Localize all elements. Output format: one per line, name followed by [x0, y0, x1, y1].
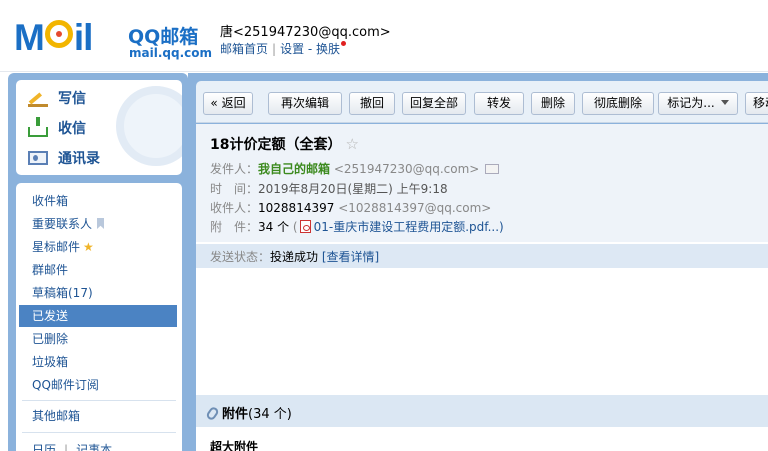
paperclip-icon	[205, 405, 220, 422]
reply-all-button[interactable]: 回复全部	[402, 92, 466, 115]
bookmark-icon	[97, 218, 105, 229]
attachment-label: 附 件：	[210, 220, 259, 234]
recall-button[interactable]: 撤回	[349, 92, 395, 115]
recipient-name[interactable]: 1028814397	[258, 201, 334, 215]
logo-o-icon	[44, 20, 73, 48]
back-button[interactable]: « 返回	[203, 92, 253, 115]
contacts-icon	[28, 151, 48, 165]
settings-link[interactable]: 设置	[280, 42, 304, 56]
star-outline-icon[interactable]: ☆	[345, 135, 358, 153]
recipient-label: 收件人：	[210, 201, 259, 215]
mail-read-pane: 18计价定额（全套） ☆ 发件人：我自己的邮箱 <251947230@qq.com…	[196, 124, 768, 451]
quick-actions-panel: 写信 收信 通讯录	[16, 80, 182, 175]
attachment-row: 附 件：34 个 (01-重庆市建设工程费用定额.pdf...)	[210, 220, 504, 234]
folder-deleted[interactable]: 已删除	[19, 328, 177, 350]
attachments-count: (34 个)	[248, 407, 292, 422]
time-value: 2019年8月20日(星期二) 上午9:18	[258, 182, 448, 196]
attachments-title: 附件(34 个)	[205, 403, 292, 422]
folder-important-contacts[interactable]: 重要联系人	[19, 213, 177, 235]
divider: |	[64, 443, 69, 451]
folder-label: 重要联系人	[32, 217, 93, 231]
logo-title: QQ邮箱	[128, 26, 199, 48]
recipient-email: <1028814397@qq.com>	[338, 201, 492, 215]
status-label: 发送状态：	[210, 250, 271, 264]
user-account: 唐<251947230@qq.com>	[220, 25, 391, 40]
folder-label: 星标邮件	[32, 240, 81, 254]
folder-other-mailboxes[interactable]: 其他邮箱	[19, 405, 177, 427]
recipient-row: 收件人：1028814397 <1028814397@qq.com>	[210, 199, 491, 216]
sender-row: 发件人：我自己的邮箱 <251947230@qq.com>	[210, 160, 500, 177]
pdf-icon	[299, 220, 311, 233]
compose-label: 写信	[58, 91, 86, 107]
divider: |	[272, 42, 277, 56]
logo-subtitle: mail.qq.com	[129, 46, 212, 60]
chevron-down-icon	[720, 100, 729, 105]
folder-drafts[interactable]: 草稿箱(17)	[19, 282, 177, 304]
forward-button[interactable]: 转发	[474, 92, 524, 115]
sidebar-bottom-links: 日历 | 记事本	[32, 441, 112, 451]
attachments-title-text: 附件	[222, 407, 249, 422]
reedit-button[interactable]: 再次编辑	[268, 92, 342, 115]
folder-subscriptions[interactable]: QQ邮件订阅	[19, 374, 177, 396]
contact-card-icon[interactable]	[485, 164, 500, 174]
divider	[22, 432, 176, 433]
mail-header: 18计价定额（全套） ☆ 发件人：我自己的邮箱 <251947230@qq.com…	[196, 124, 768, 242]
folder-sent[interactable]: 已发送	[19, 305, 177, 327]
contacts-button[interactable]: 通讯录	[28, 148, 100, 168]
sender-name[interactable]: 我自己的邮箱	[258, 162, 330, 176]
folder-starred[interactable]: 星标邮件 ★	[19, 236, 177, 258]
folder-inbox[interactable]: 收件箱	[19, 190, 177, 212]
star-icon: ★	[83, 240, 94, 254]
folder-spam[interactable]: 垃圾箱	[19, 351, 177, 373]
divider	[22, 400, 176, 401]
send-status-bar: 发送状态：投递成功 [查看详情]	[196, 244, 768, 268]
attachments-section-header: 附件(34 个)	[196, 395, 768, 427]
calendar-link[interactable]: 日历	[32, 443, 56, 451]
sender-label: 发件人：	[210, 162, 259, 176]
user-links: 邮箱首页 | 设置 - 换肤	[220, 40, 347, 57]
penguin-watermark-icon	[116, 86, 182, 166]
home-link[interactable]: 邮箱首页	[220, 42, 268, 56]
contacts-label: 通讯录	[58, 151, 100, 167]
delete-button[interactable]: 删除	[531, 92, 575, 115]
inbox-icon	[28, 117, 48, 137]
mark-as-label: 标记为...	[667, 96, 715, 110]
dash-separator: -	[304, 42, 317, 56]
receive-button[interactable]: 收信	[28, 117, 86, 138]
top-header: Mil QQ邮箱 mail.qq.com 唐<251947230@qq.com>…	[0, 0, 768, 72]
write-icon	[28, 89, 48, 107]
move-button[interactable]: 移动	[745, 92, 768, 115]
super-attachment-heading: 超大附件	[210, 440, 259, 451]
attachment-count: 34 个	[258, 220, 290, 234]
sender-email: <251947230@qq.com>	[333, 162, 480, 176]
status-details-link[interactable]: [查看详情]	[322, 250, 379, 264]
folder-group-mail[interactable]: 群邮件	[19, 259, 177, 281]
status-value: 投递成功	[270, 250, 319, 264]
send-status: 发送状态：投递成功 [查看详情]	[210, 248, 379, 265]
qq-mail-logo[interactable]: Mil QQ邮箱 mail.qq.com	[14, 16, 224, 64]
subject-text: 18计价定额（全套）	[210, 137, 342, 153]
delete-forever-button[interactable]: 彻底删除	[582, 92, 654, 115]
time-row: 时 间：2019年8月20日(星期二) 上午9:18	[210, 180, 448, 197]
mail-subject: 18计价定额（全套） ☆	[210, 134, 359, 154]
compose-button[interactable]: 写信	[28, 88, 86, 108]
mail-toolbar: « 返回 再次编辑 撤回 回复全部 转发 删除 彻底删除 标记为... 移动	[196, 81, 768, 123]
notepad-link[interactable]: 记事本	[76, 443, 112, 451]
time-label: 时 间：	[210, 182, 259, 196]
logo-wordmark: Mil	[14, 17, 93, 58]
receive-label: 收信	[58, 121, 86, 137]
skin-link[interactable]: 换肤	[316, 42, 340, 56]
attachment-first-link[interactable]: 01-重庆市建设工程费用定额.pdf...)	[314, 220, 504, 234]
notification-dot-icon	[341, 41, 347, 46]
folder-list: 收件箱 重要联系人 星标邮件 ★ 群邮件 草稿箱(17) 已发送 已删除 垃圾箱 …	[16, 183, 182, 451]
mark-as-dropdown[interactable]: 标记为...	[658, 92, 738, 115]
